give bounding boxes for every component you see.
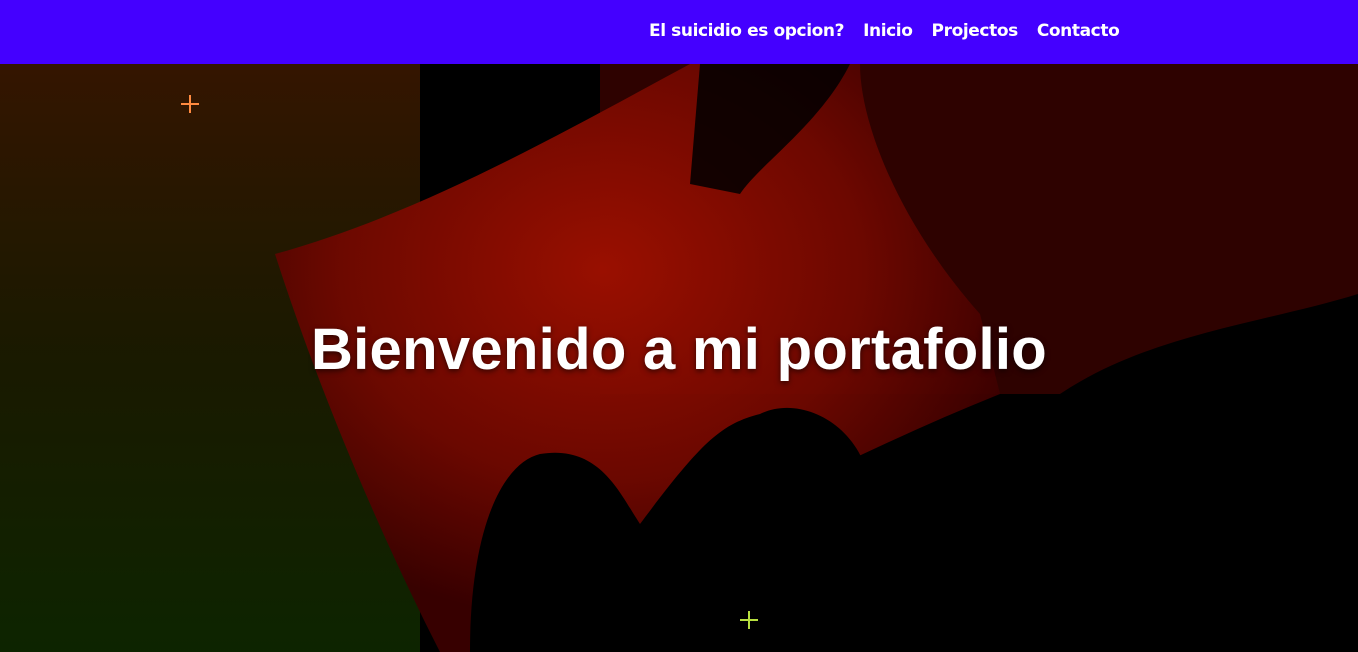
nav-link-projectos[interactable]: Projectos: [932, 19, 1019, 43]
hero-title: Bienvenido a mi portafolio: [310, 316, 1048, 382]
nav-link-contacto[interactable]: Contacto: [1037, 19, 1120, 43]
hero-section: Bienvenido a mi portafolio: [0, 64, 1358, 652]
top-navbar: El suicidio es opcion? Inicio Projectos …: [0, 0, 1358, 64]
nav-menu: El suicidio es opcion? Inicio Projectos …: [649, 19, 1120, 43]
nav-link-inicio[interactable]: Inicio: [863, 19, 913, 43]
nav-link-suicidio[interactable]: El suicidio es opcion?: [649, 19, 844, 43]
